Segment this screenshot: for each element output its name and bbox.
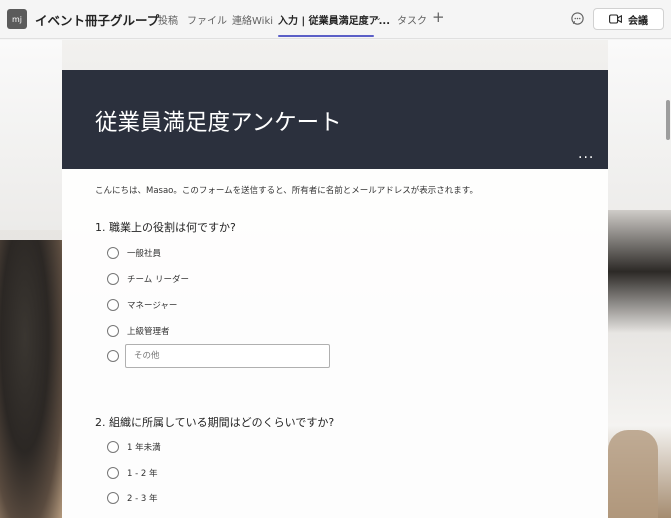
video-camera-icon [609, 14, 622, 24]
radio-button[interactable] [107, 492, 119, 504]
option-label: 上級管理者 [127, 327, 170, 337]
meet-button[interactable]: 会議 [593, 8, 664, 30]
tab-wiki[interactable]: 連絡Wiki [232, 12, 273, 27]
radio-button[interactable] [107, 299, 119, 311]
question-1-title: 1. 職業上の役割は何ですか? [95, 221, 236, 234]
chevron-down-icon[interactable]: ⌄ [375, 13, 382, 22]
other-text-input[interactable] [125, 344, 330, 368]
option-other[interactable] [107, 349, 119, 363]
survey-form: 従業員満足度アンケート ... こんにちは、Masao。このフォームを送信すると… [62, 70, 608, 518]
meet-button-label: 会議 [628, 15, 648, 27]
option-label: 1 - 2 年 [127, 469, 158, 479]
option-label: マネージャー [127, 301, 178, 311]
tab-posts[interactable]: 投稿 [158, 12, 178, 27]
scrollbar-thumb[interactable] [666, 100, 670, 140]
radio-button[interactable] [107, 350, 119, 362]
chat-icon[interactable] [570, 11, 585, 26]
option-senior-manager[interactable]: 上級管理者 [107, 324, 170, 338]
background-window [0, 40, 62, 230]
option-team-leader[interactable]: チーム リーダー [107, 272, 189, 286]
active-tab-indicator [278, 35, 374, 37]
team-avatar[interactable]: mj [7, 9, 27, 29]
background-person [0, 240, 62, 518]
radio-button[interactable] [107, 247, 119, 259]
form-intro-text: こんにちは、Masao。このフォームを送信すると、所有者に名前とメールアドレスが… [95, 186, 478, 196]
channel-header: mj イベント冊子グループ 投稿 ファイル 連絡Wiki 入力 | 従業員満足度… [0, 0, 671, 39]
background-window [608, 40, 671, 230]
option-under-1-year[interactable]: 1 年未満 [107, 440, 161, 454]
option-staff[interactable]: 一般社員 [107, 246, 161, 260]
option-2-3-years[interactable]: 2 - 3 年 [107, 491, 158, 505]
question-2-title: 2. 組織に所属している期間はどのくらいですか? [95, 416, 335, 429]
radio-button[interactable] [107, 467, 119, 479]
add-tab-button[interactable]: + [432, 8, 445, 26]
team-name[interactable]: イベント冊子グループ [35, 10, 159, 29]
radio-button[interactable] [107, 325, 119, 337]
tab-tasks[interactable]: タスク [397, 12, 427, 27]
radio-button[interactable] [107, 273, 119, 285]
option-label: 2 - 3 年 [127, 494, 158, 504]
form-header: 従業員満足度アンケート ... [62, 70, 608, 169]
option-label: 1 年未満 [127, 443, 161, 453]
option-1-2-years[interactable]: 1 - 2 年 [107, 466, 158, 480]
tab-survey-form[interactable]: 入力 | 従業員満足度ア... [278, 12, 390, 27]
option-label: 一般社員 [127, 249, 162, 259]
tab-files[interactable]: ファイル [187, 12, 227, 27]
form-title: 従業員満足度アンケート [95, 110, 342, 136]
option-manager[interactable]: マネージャー [107, 298, 177, 312]
radio-button[interactable] [107, 441, 119, 453]
option-label: チーム リーダー [127, 275, 189, 285]
background-chair [608, 430, 658, 518]
more-options-icon[interactable]: ... [578, 146, 594, 162]
form-content-area: 従業員満足度アンケート ... こんにちは、Masao。このフォームを送信すると… [0, 40, 671, 518]
